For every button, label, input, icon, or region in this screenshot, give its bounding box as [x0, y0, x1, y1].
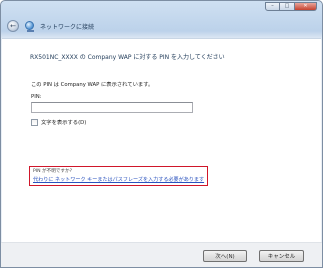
maximize-icon: □	[284, 3, 290, 9]
pin-input[interactable]	[31, 102, 193, 113]
use-network-key-link[interactable]: 代わりに ネットワーク キーまたはパスフレーズを入力する必要があります	[33, 176, 204, 183]
connect-to-network-window: – □ ✕ ← ネットワークに接続 RX501NC_XXXX の Company…	[0, 0, 323, 268]
next-button[interactable]: 次へ(N)	[203, 250, 247, 262]
minimize-icon: –	[271, 3, 274, 9]
window-title: ネットワークに接続	[40, 23, 95, 31]
pin-description: この PIN は Company WAP に表示されています。	[31, 82, 154, 88]
show-characters-option[interactable]: 文字を表示する(D)	[31, 118, 86, 126]
caption-buttons: – □ ✕	[265, 2, 317, 11]
show-characters-checkbox[interactable]	[31, 118, 38, 126]
dialog-footer: 次へ(N) キャンセル	[1, 242, 322, 267]
window-header: ← ネットワークに接続	[7, 19, 94, 33]
close-button[interactable]: ✕	[295, 2, 317, 11]
minimize-button[interactable]: –	[265, 2, 280, 11]
back-button[interactable]: ←	[7, 20, 19, 32]
close-icon: ✕	[303, 3, 308, 9]
pin-hint-highlight: PIN が不明ですか? 代わりに ネットワーク キーまたはパスフレーズを入力する…	[29, 166, 208, 186]
show-characters-label[interactable]: 文字を表示する(D)	[41, 118, 86, 126]
pin-label: PIN:	[31, 94, 42, 100]
back-arrow-icon: ←	[10, 21, 16, 30]
content-pane: RX501NC_XXXX の Company WAP に対する PIN を入力し…	[2, 38, 321, 244]
page-heading: RX501NC_XXXX の Company WAP に対する PIN を入力し…	[30, 54, 225, 61]
maximize-button[interactable]: □	[280, 2, 295, 11]
cancel-button[interactable]: キャンセル	[259, 250, 304, 262]
network-icon	[25, 21, 35, 32]
pin-unknown-question: PIN が不明ですか?	[33, 169, 73, 174]
